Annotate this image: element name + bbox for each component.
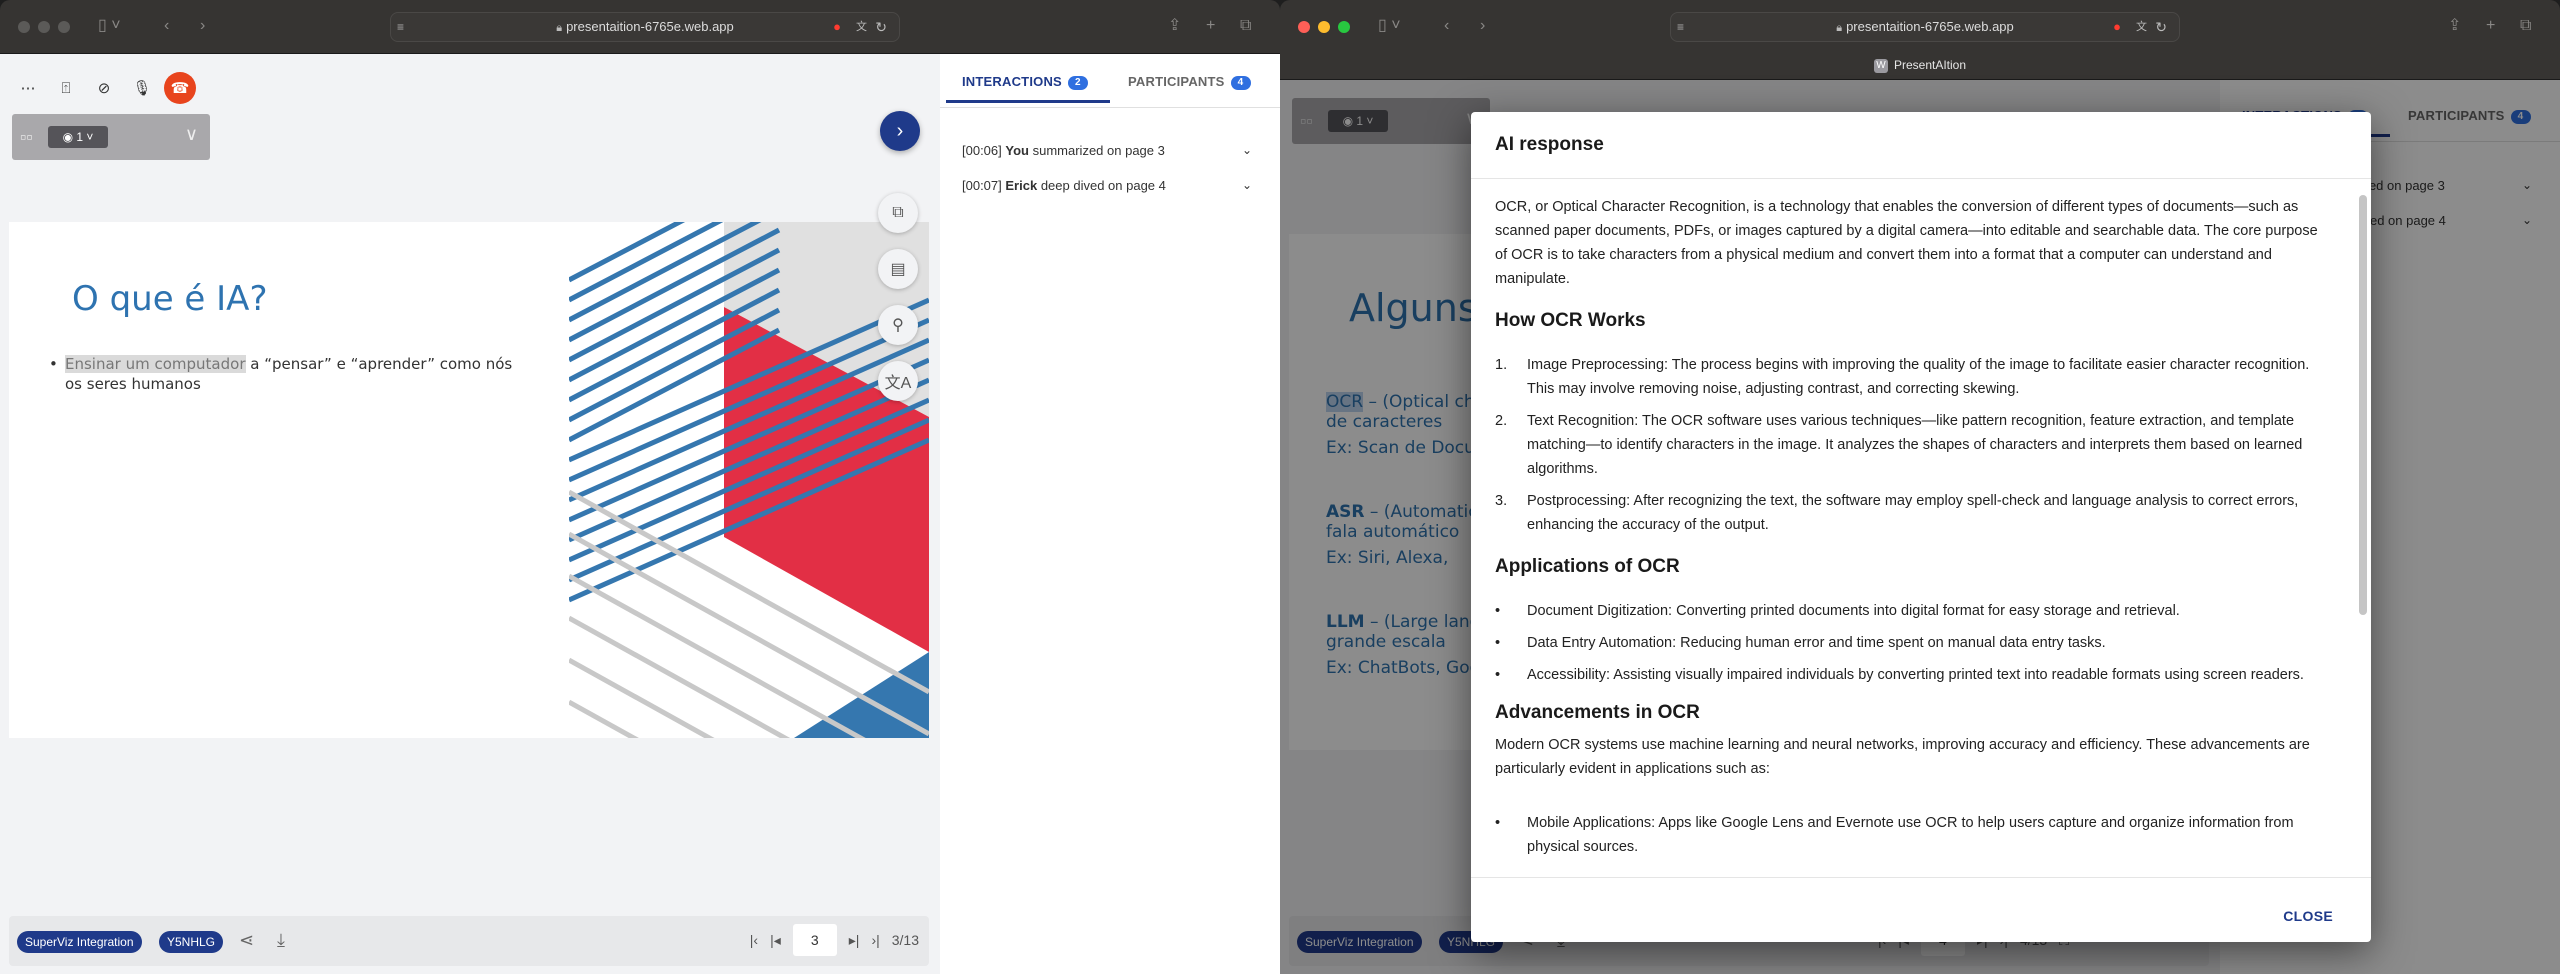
intro-paragraph: OCR, or Optical Character Recognition, i… xyxy=(1495,199,2318,287)
selected-text[interactable]: Ensinar um computador xyxy=(65,355,246,373)
toggle-panel-button[interactable]: › xyxy=(880,111,920,151)
search-button[interactable]: ⚲ xyxy=(878,305,918,345)
next-page-icon[interactable]: ▸| xyxy=(849,932,860,949)
share-icon[interactable]: ⋖ xyxy=(239,930,254,951)
interaction-item[interactable]: [00:06] You summarized on page 3 ⌄ xyxy=(962,143,1252,158)
zoom-window[interactable] xyxy=(1338,21,1350,33)
list-item: 2. Text Recognition: The OCR software use… xyxy=(1495,413,2303,477)
slide-title: O que é IA? xyxy=(72,279,268,319)
reload-icon[interactable]: ↻ xyxy=(875,13,887,41)
interaction-item[interactable]: [00:07] Erick deep dived on page 4 ⌄ xyxy=(962,178,1252,193)
dialog-title: AI response xyxy=(1495,134,1604,155)
list-item: • Data Entry Automation: Reducing human e… xyxy=(1495,635,2106,651)
viewers-dropdown[interactable]: ◉ 1 ˅ xyxy=(48,126,108,148)
summarize-button[interactable]: ▤ xyxy=(878,249,918,289)
section-heading: Applications of OCR xyxy=(1495,556,1680,577)
address-bar[interactable]: ≡ 🔒︎ presentaition-6765e.web.app ● 文 ↻ xyxy=(1670,12,2180,42)
translate-icon[interactable]: 文 xyxy=(2136,13,2147,41)
address-bar[interactable]: ≡ 🔒︎ presentaition-6765e.web.app ● 文 ↻ xyxy=(390,12,900,42)
window-controls[interactable] xyxy=(18,21,70,33)
translate-button[interactable]: 文A xyxy=(878,361,918,401)
interactions-count-badge: 2 xyxy=(1067,76,1088,90)
previous-page-icon[interactable]: |◂ xyxy=(770,932,781,949)
slide-action-buttons: ⧉ ▤ ⚲ 文A xyxy=(878,193,918,401)
first-page-icon[interactable]: |‹ xyxy=(750,932,758,948)
expand-chevron-icon[interactable]: ⌄ xyxy=(1242,143,1252,157)
browser-toolbar: ▯ ˅ ‹ › ≡ 🔒︎ presentaition-6765e.web.app … xyxy=(1280,0,2560,80)
advancements-paragraph: Modern OCR systems use machine learning … xyxy=(1495,737,2310,777)
slide-decorative-art xyxy=(569,222,929,738)
slide-canvas: O que é IA? Ensinar um computador a “pen… xyxy=(9,222,929,738)
download-icon[interactable]: ⤓ xyxy=(277,930,285,951)
grid-icon[interactable]: ▫▫ xyxy=(20,127,33,147)
call-controls: ⋯ ⍐ ⊘ 🎙︎ ☎︎ xyxy=(12,72,196,104)
tab-interactions[interactable]: INTERACTIONS2 xyxy=(962,74,1088,90)
browser-toolbar: ▯ ˅ ‹ › ≡ 🔒︎ presentaition-6765e.web.app … xyxy=(0,0,1280,54)
applications-list: • Document Digitization: Converting print… xyxy=(1495,599,2331,687)
lock-icon: 🔒︎ xyxy=(1836,22,1843,34)
end-call-button[interactable]: ☎︎ xyxy=(164,72,196,104)
how-list: 1. Image Preprocessing: The process begin… xyxy=(1495,353,2331,537)
microphone-active-icon[interactable]: ● xyxy=(833,13,841,41)
reload-icon[interactable]: ↻ xyxy=(2155,13,2167,41)
share-icon[interactable]: ⇪ xyxy=(1168,14,1181,38)
sidebar-toggle-icon[interactable]: ▯ ˅ xyxy=(1378,14,1401,38)
copy-button[interactable]: ⧉ xyxy=(878,193,918,233)
last-page-icon[interactable]: ›| xyxy=(871,932,879,948)
more-options-button[interactable]: ⋯ xyxy=(12,72,44,104)
pagination: |‹ |◂ 3 ▸| ›| 3/13 xyxy=(750,924,919,956)
panel-tabs: INTERACTIONS2 PARTICIPANTS4 xyxy=(940,54,1280,108)
expand-chevron-icon[interactable]: ⌄ xyxy=(1242,178,1252,192)
forward-icon[interactable]: › xyxy=(200,14,205,38)
presentation-app: ⋯ ⍐ ⊘ 🎙︎ ☎︎ ▫▫ ◉ 1 ˅ ∨ › O que é IA? Ens… xyxy=(0,54,1280,974)
dialog-content: OCR, or Optical Character Recognition, i… xyxy=(1471,178,2371,878)
new-tab-icon[interactable]: + xyxy=(1206,14,1215,38)
browser-window-left: ▯ ˅ ‹ › ≡ 🔒︎ presentaition-6765e.web.app … xyxy=(0,0,1280,974)
share-icon[interactable]: ⇪ xyxy=(2448,14,2461,38)
back-icon[interactable]: ‹ xyxy=(1444,14,1449,38)
close-button[interactable]: CLOSE xyxy=(2283,908,2333,924)
window-controls[interactable] xyxy=(1298,21,1350,33)
active-tab-indicator xyxy=(946,100,1110,103)
sidebar-toggle-icon[interactable]: ▯ ˅ xyxy=(98,14,121,38)
page-number-input[interactable]: 3 xyxy=(792,924,837,956)
page-count: 3/13 xyxy=(891,932,919,948)
back-icon[interactable]: ‹ xyxy=(164,14,169,38)
presence-toolbar: ▫▫ ◉ 1 ˅ ∨ xyxy=(12,114,210,160)
minimize-window[interactable] xyxy=(1318,21,1330,33)
lock-icon: 🔒︎ xyxy=(556,22,563,34)
room-code-pill[interactable]: Y5NHLG xyxy=(159,931,224,953)
microphone-button[interactable]: 🎙︎ xyxy=(126,72,158,104)
chevron-down-icon[interactable]: ∨ xyxy=(185,124,198,145)
list-item: 3. Postprocessing: After recognizing the … xyxy=(1495,493,2299,533)
camera-off-button[interactable]: ⊘ xyxy=(88,72,120,104)
microphone-active-icon[interactable]: ● xyxy=(2113,13,2121,41)
section-heading: Advancements in OCR xyxy=(1495,702,1700,723)
list-item: • Accessibility: Assisting visually impai… xyxy=(1495,667,2304,683)
page-settings-icon[interactable]: ≡ xyxy=(1677,13,1684,41)
slide-bullet: Ensinar um computador a “pensar” e “apre… xyxy=(49,354,519,394)
list-item: • Document Digitization: Converting print… xyxy=(1495,603,2180,619)
close-window[interactable] xyxy=(1298,21,1310,33)
list-item: • Mobile Applications: Apps like Google L… xyxy=(1495,815,2294,855)
tab-participants[interactable]: PARTICIPANTS 4 xyxy=(1128,74,1251,90)
project-pill[interactable]: SuperViz Integration xyxy=(17,931,142,953)
participants-count-badge: 4 xyxy=(1230,76,1251,90)
advancements-list: • Mobile Applications: Apps like Google L… xyxy=(1495,811,2331,859)
list-item: 1. Image Preprocessing: The process begin… xyxy=(1495,357,2310,397)
tab-overview-icon[interactable]: ⧉ xyxy=(1240,14,1251,38)
interactions-panel: INTERACTIONS2 PARTICIPANTS4 [00:06] You … xyxy=(940,54,1280,974)
favicon: W xyxy=(1873,58,1888,73)
bottom-bar: SuperViz Integration Y5NHLG ⋖ ⤓ |‹ |◂ 3 … xyxy=(9,916,929,966)
new-tab-icon[interactable]: + xyxy=(2486,14,2495,38)
dialog-scrollbar[interactable] xyxy=(2359,195,2367,615)
ai-response-dialog: AI response OCR, or Optical Character Re… xyxy=(1471,112,2371,942)
forward-icon[interactable]: › xyxy=(1480,14,1485,38)
section-heading: How OCR Works xyxy=(1495,310,1646,331)
page-settings-icon[interactable]: ≡ xyxy=(397,13,404,41)
translate-icon[interactable]: 文 xyxy=(856,13,867,41)
tab-overview-icon[interactable]: ⧉ xyxy=(2520,14,2531,38)
share-screen-button[interactable]: ⍐ xyxy=(50,72,82,104)
browser-tab-title[interactable]: W PresentAItion xyxy=(1280,58,2560,73)
